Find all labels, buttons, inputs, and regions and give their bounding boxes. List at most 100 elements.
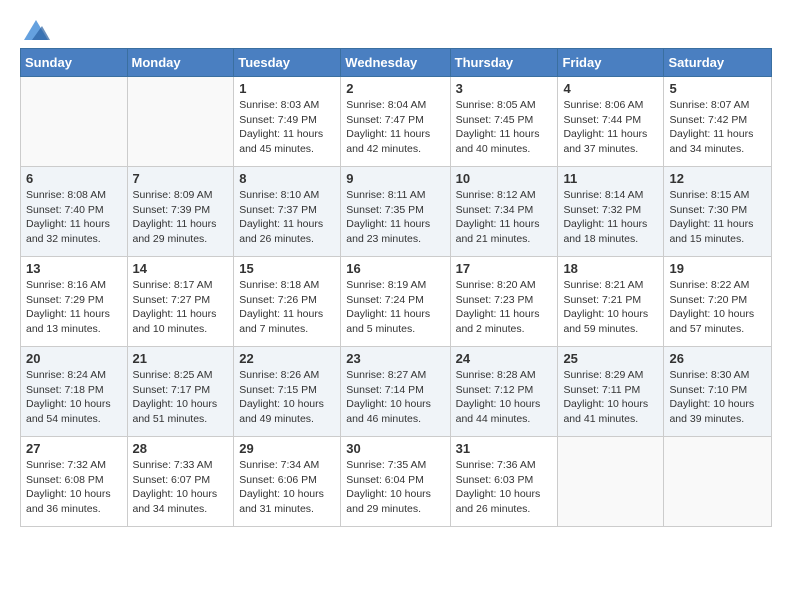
day-info: Sunrise: 8:20 AM Sunset: 7:23 PM Dayligh… xyxy=(456,278,553,337)
calendar-cell: 16Sunrise: 8:19 AM Sunset: 7:24 PM Dayli… xyxy=(341,257,450,347)
day-number: 30 xyxy=(346,441,444,456)
day-info: Sunrise: 8:05 AM Sunset: 7:45 PM Dayligh… xyxy=(456,98,553,157)
week-row-1: 1 Sunrise: 8:03 AM Sunset: 7:49 PM Daylig… xyxy=(21,77,772,167)
calendar-cell: 26 Sunrise: 8:30 AM Sunset: 7:10 PM Dayli… xyxy=(664,347,772,437)
day-number: 14 xyxy=(133,261,229,276)
day-info: Sunrise: 7:36 AM Sunset: 6:03 PM Dayligh… xyxy=(456,458,553,517)
calendar-cell: 10 Sunrise: 8:12 AM Sunset: 7:34 PM Dayli… xyxy=(450,167,558,257)
day-info: Sunrise: 8:15 AM Sunset: 7:30 PM Dayligh… xyxy=(669,188,766,247)
calendar-cell: 17 Sunrise: 8:20 AM Sunset: 7:23 PM Dayli… xyxy=(450,257,558,347)
day-number: 11 xyxy=(563,171,658,186)
logo-icon xyxy=(22,16,50,44)
weekday-header-saturday: Saturday xyxy=(664,49,772,77)
weekday-header-wednesday: Wednesday xyxy=(341,49,450,77)
day-number: 23 xyxy=(346,351,444,366)
calendar-cell xyxy=(664,437,772,527)
day-info: Sunrise: 8:09 AM Sunset: 7:39 PM Dayligh… xyxy=(133,188,229,247)
day-number: 15 xyxy=(239,261,335,276)
day-number: 4 xyxy=(563,81,658,96)
calendar-cell: 21 Sunrise: 8:25 AM Sunset: 7:17 PM Dayli… xyxy=(127,347,234,437)
day-info: Sunrise: 8:12 AM Sunset: 7:34 PM Dayligh… xyxy=(456,188,553,247)
day-info: Sunrise: 8:18 AM Sunset: 7:26 PM Dayligh… xyxy=(239,278,335,337)
day-info: Sunrise: 7:34 AM Sunset: 6:06 PM Dayligh… xyxy=(239,458,335,517)
day-number: 25 xyxy=(563,351,658,366)
calendar-cell: 5 Sunrise: 8:07 AM Sunset: 7:42 PM Daylig… xyxy=(664,77,772,167)
day-number: 5 xyxy=(669,81,766,96)
weekday-header-row: SundayMondayTuesdayWednesdayThursdayFrid… xyxy=(21,49,772,77)
calendar-cell: 14 Sunrise: 8:17 AM Sunset: 7:27 PM Dayli… xyxy=(127,257,234,347)
day-info: Sunrise: 8:16 AM Sunset: 7:29 PM Dayligh… xyxy=(26,278,122,337)
calendar-cell: 12 Sunrise: 8:15 AM Sunset: 7:30 PM Dayli… xyxy=(664,167,772,257)
week-row-3: 13 Sunrise: 8:16 AM Sunset: 7:29 PM Dayli… xyxy=(21,257,772,347)
day-info: Sunrise: 7:32 AM Sunset: 6:08 PM Dayligh… xyxy=(26,458,122,517)
weekday-header-tuesday: Tuesday xyxy=(234,49,341,77)
page: SundayMondayTuesdayWednesdayThursdayFrid… xyxy=(0,0,792,547)
day-number: 18 xyxy=(563,261,658,276)
calendar-cell: 25 Sunrise: 8:29 AM Sunset: 7:11 PM Dayli… xyxy=(558,347,664,437)
day-info: Sunrise: 8:07 AM Sunset: 7:42 PM Dayligh… xyxy=(669,98,766,157)
calendar-cell: 6Sunrise: 8:08 AM Sunset: 7:40 PM Daylig… xyxy=(21,167,128,257)
weekday-header-sunday: Sunday xyxy=(21,49,128,77)
day-number: 26 xyxy=(669,351,766,366)
calendar-cell: 7 Sunrise: 8:09 AM Sunset: 7:39 PM Daylig… xyxy=(127,167,234,257)
day-number: 21 xyxy=(133,351,229,366)
day-info: Sunrise: 8:17 AM Sunset: 7:27 PM Dayligh… xyxy=(133,278,229,337)
day-info: Sunrise: 8:30 AM Sunset: 7:10 PM Dayligh… xyxy=(669,368,766,427)
day-info: Sunrise: 8:28 AM Sunset: 7:12 PM Dayligh… xyxy=(456,368,553,427)
day-info: Sunrise: 8:21 AM Sunset: 7:21 PM Dayligh… xyxy=(563,278,658,337)
day-info: Sunrise: 7:33 AM Sunset: 6:07 PM Dayligh… xyxy=(133,458,229,517)
calendar-cell xyxy=(21,77,128,167)
day-number: 19 xyxy=(669,261,766,276)
header xyxy=(20,16,772,38)
day-number: 12 xyxy=(669,171,766,186)
calendar-cell xyxy=(127,77,234,167)
calendar-cell: 27Sunrise: 7:32 AM Sunset: 6:08 PM Dayli… xyxy=(21,437,128,527)
logo xyxy=(20,16,50,38)
day-info: Sunrise: 8:03 AM Sunset: 7:49 PM Dayligh… xyxy=(239,98,335,157)
day-info: Sunrise: 8:27 AM Sunset: 7:14 PM Dayligh… xyxy=(346,368,444,427)
day-number: 8 xyxy=(239,171,335,186)
day-info: Sunrise: 8:19 AM Sunset: 7:24 PM Dayligh… xyxy=(346,278,444,337)
day-number: 17 xyxy=(456,261,553,276)
day-number: 24 xyxy=(456,351,553,366)
week-row-4: 20Sunrise: 8:24 AM Sunset: 7:18 PM Dayli… xyxy=(21,347,772,437)
day-number: 1 xyxy=(239,81,335,96)
day-number: 28 xyxy=(133,441,229,456)
day-info: Sunrise: 8:06 AM Sunset: 7:44 PM Dayligh… xyxy=(563,98,658,157)
calendar-cell: 11 Sunrise: 8:14 AM Sunset: 7:32 PM Dayli… xyxy=(558,167,664,257)
weekday-header-monday: Monday xyxy=(127,49,234,77)
day-number: 31 xyxy=(456,441,553,456)
day-info: Sunrise: 8:29 AM Sunset: 7:11 PM Dayligh… xyxy=(563,368,658,427)
calendar-cell: 3Sunrise: 8:05 AM Sunset: 7:45 PM Daylig… xyxy=(450,77,558,167)
day-info: Sunrise: 8:11 AM Sunset: 7:35 PM Dayligh… xyxy=(346,188,444,247)
day-info: Sunrise: 8:24 AM Sunset: 7:18 PM Dayligh… xyxy=(26,368,122,427)
calendar-cell: 19Sunrise: 8:22 AM Sunset: 7:20 PM Dayli… xyxy=(664,257,772,347)
calendar-cell: 30 Sunrise: 7:35 AM Sunset: 6:04 PM Dayli… xyxy=(341,437,450,527)
calendar-cell: 29 Sunrise: 7:34 AM Sunset: 6:06 PM Dayli… xyxy=(234,437,341,527)
day-info: Sunrise: 8:25 AM Sunset: 7:17 PM Dayligh… xyxy=(133,368,229,427)
weekday-header-thursday: Thursday xyxy=(450,49,558,77)
week-row-2: 6Sunrise: 8:08 AM Sunset: 7:40 PM Daylig… xyxy=(21,167,772,257)
calendar-cell: 20Sunrise: 8:24 AM Sunset: 7:18 PM Dayli… xyxy=(21,347,128,437)
day-info: Sunrise: 7:35 AM Sunset: 6:04 PM Dayligh… xyxy=(346,458,444,517)
calendar-cell: 4 Sunrise: 8:06 AM Sunset: 7:44 PM Daylig… xyxy=(558,77,664,167)
day-info: Sunrise: 8:14 AM Sunset: 7:32 PM Dayligh… xyxy=(563,188,658,247)
day-number: 13 xyxy=(26,261,122,276)
day-number: 7 xyxy=(133,171,229,186)
calendar-cell: 24 Sunrise: 8:28 AM Sunset: 7:12 PM Dayli… xyxy=(450,347,558,437)
calendar-cell xyxy=(558,437,664,527)
day-number: 10 xyxy=(456,171,553,186)
day-number: 29 xyxy=(239,441,335,456)
calendar-cell: 31 Sunrise: 7:36 AM Sunset: 6:03 PM Dayli… xyxy=(450,437,558,527)
day-info: Sunrise: 8:26 AM Sunset: 7:15 PM Dayligh… xyxy=(239,368,335,427)
calendar-cell: 18 Sunrise: 8:21 AM Sunset: 7:21 PM Dayli… xyxy=(558,257,664,347)
day-info: Sunrise: 8:04 AM Sunset: 7:47 PM Dayligh… xyxy=(346,98,444,157)
calendar-cell: 13 Sunrise: 8:16 AM Sunset: 7:29 PM Dayli… xyxy=(21,257,128,347)
calendar-cell: 23 Sunrise: 8:27 AM Sunset: 7:14 PM Dayli… xyxy=(341,347,450,437)
day-number: 22 xyxy=(239,351,335,366)
calendar-table: SundayMondayTuesdayWednesdayThursdayFrid… xyxy=(20,48,772,527)
calendar-cell: 8Sunrise: 8:10 AM Sunset: 7:37 PM Daylig… xyxy=(234,167,341,257)
calendar-cell: 9Sunrise: 8:11 AM Sunset: 7:35 PM Daylig… xyxy=(341,167,450,257)
day-info: Sunrise: 8:08 AM Sunset: 7:40 PM Dayligh… xyxy=(26,188,122,247)
calendar-cell: 1 Sunrise: 8:03 AM Sunset: 7:49 PM Daylig… xyxy=(234,77,341,167)
